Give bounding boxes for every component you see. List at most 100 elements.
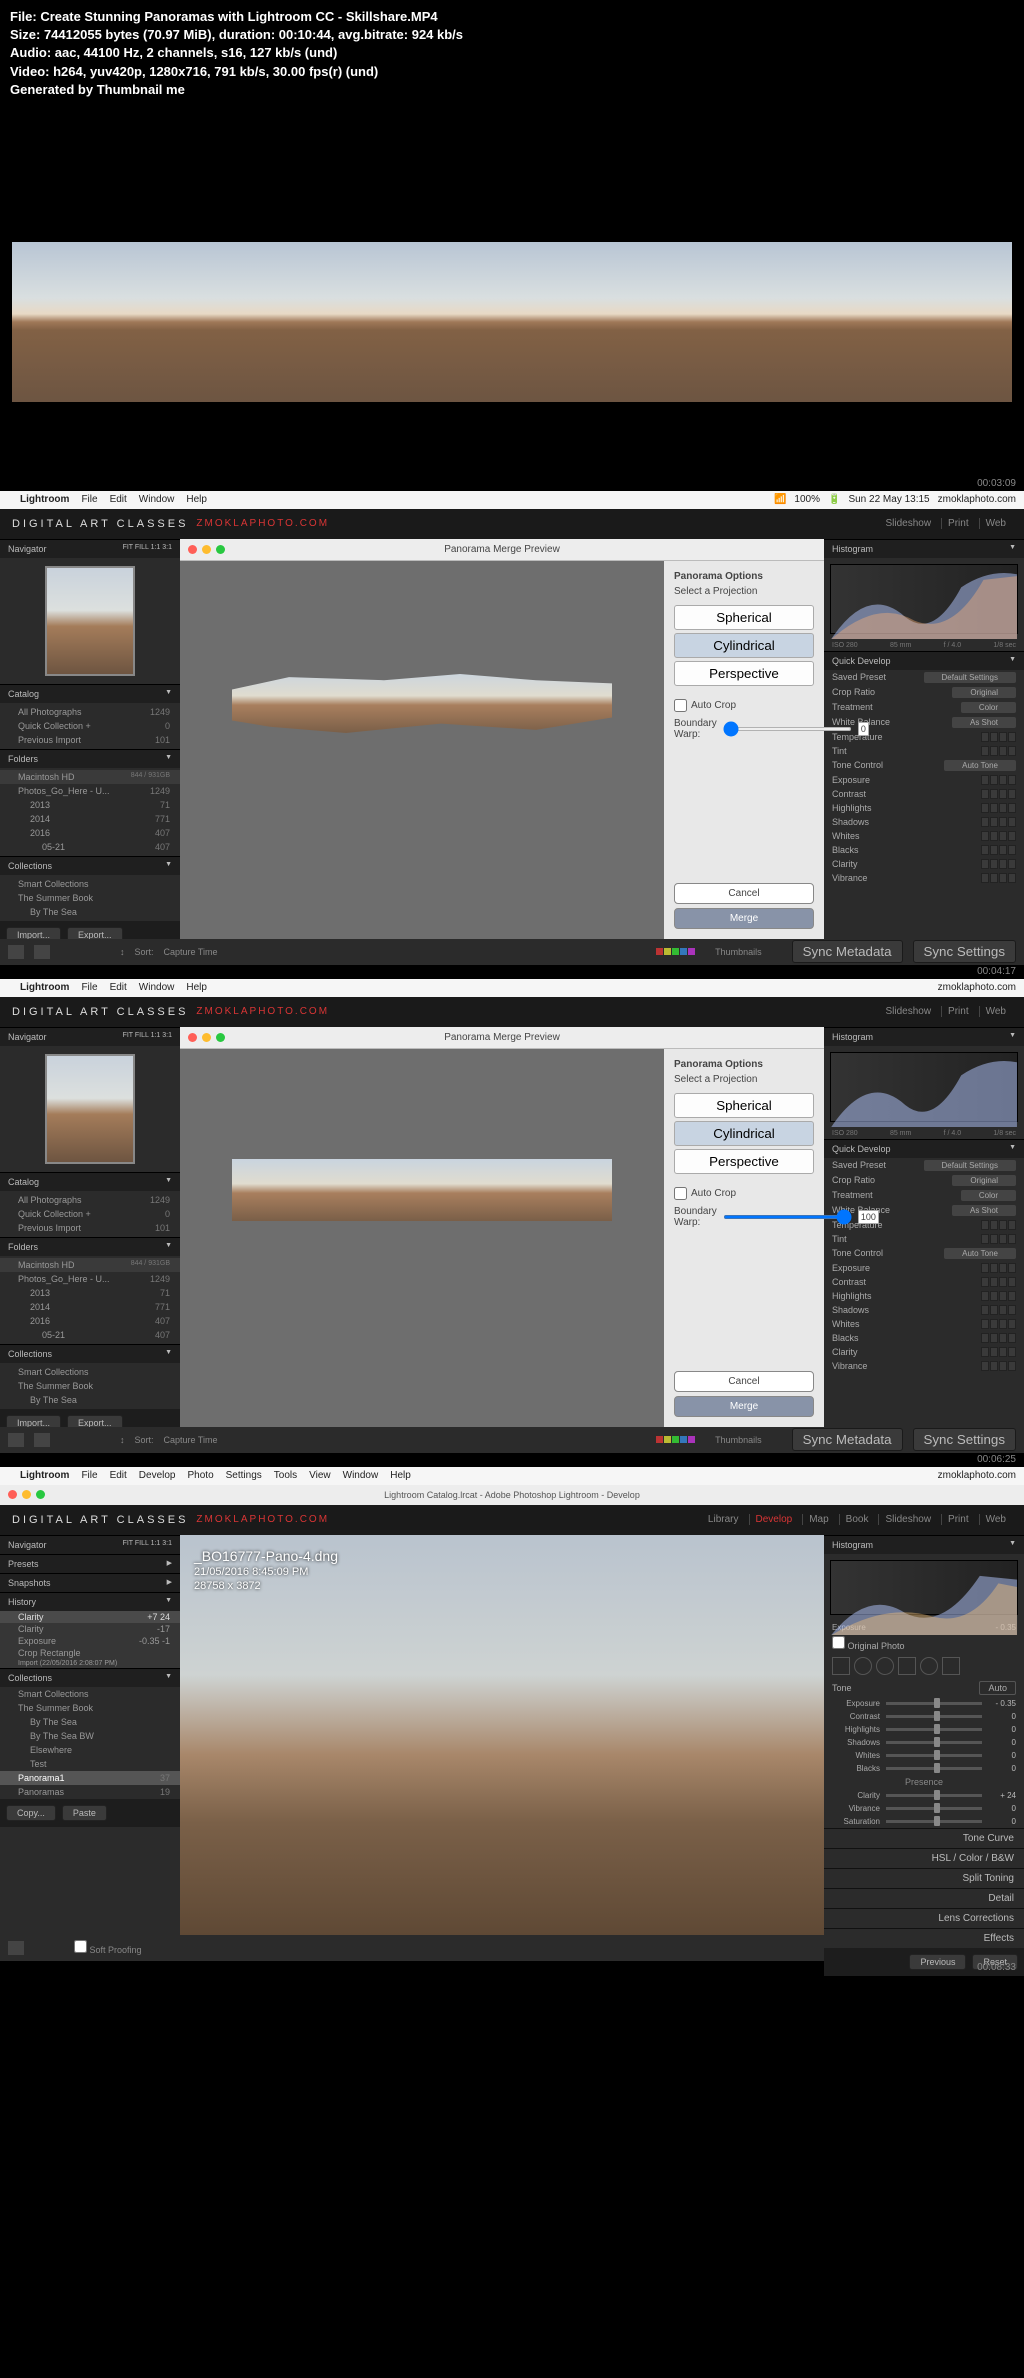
folder-photos[interactable]: Photos_Go_Here - U...1249	[0, 784, 180, 798]
folder-2014[interactable]: 2014771	[0, 812, 180, 826]
loupe-view-icon[interactable]	[34, 1433, 50, 1447]
projection-spherical-button[interactable]: Spherical	[674, 605, 814, 630]
module-develop[interactable]: Develop	[749, 1514, 799, 1525]
qd-clarity[interactable]: Clarity	[824, 857, 1024, 871]
quickdevelop-header[interactable]: Quick Develop▼	[824, 651, 1024, 670]
label-colors[interactable]	[656, 948, 695, 955]
module-book[interactable]: Book	[839, 1514, 875, 1525]
menu-help[interactable]: Help	[186, 982, 207, 993]
slider-contrast[interactable]: Contrast0	[824, 1710, 1024, 1723]
sync-metadata-button[interactable]: Sync Metadata	[792, 940, 903, 963]
history-step[interactable]: Exposure-0.35 -1	[0, 1635, 180, 1647]
zoom-icon[interactable]	[216, 545, 225, 554]
radial-tool-icon[interactable]	[920, 1657, 938, 1675]
mac-menubar[interactable]: Lightroom File Edit Window Help 📶 100% 🔋…	[0, 491, 1024, 509]
navigator-thumb[interactable]	[45, 566, 135, 676]
module-slideshow[interactable]: Slideshow	[879, 518, 937, 529]
folder-2016[interactable]: 2016407	[0, 826, 180, 840]
module-print[interactable]: Print	[941, 518, 975, 529]
panel-split[interactable]: Split Toning	[824, 1868, 1024, 1888]
slider-saturation[interactable]: Saturation0	[824, 1815, 1024, 1828]
close-icon[interactable]	[8, 1490, 17, 1499]
merge-preview-area[interactable]	[180, 1049, 664, 1427]
slider-blacks[interactable]: Blacks0	[824, 1762, 1024, 1775]
menu-help[interactable]: Help	[186, 494, 207, 505]
slider-highlights[interactable]: Highlights0	[824, 1723, 1024, 1736]
projection-perspective-button[interactable]: Perspective	[674, 661, 814, 686]
catalog-header[interactable]: Catalog▼	[0, 684, 180, 703]
export-button[interactable]: Export...	[67, 1415, 123, 1427]
menubar-site[interactable]: zmoklaphoto.com	[938, 494, 1016, 505]
slider-clarity[interactable]: Clarity+ 24	[824, 1789, 1024, 1802]
qd-temp[interactable]: Temperature	[824, 730, 1024, 744]
qd-contrast[interactable]: Contrast	[824, 787, 1024, 801]
menu-edit[interactable]: Edit	[110, 494, 127, 505]
zoom-icon[interactable]	[36, 1490, 45, 1499]
coll-summer[interactable]: The Summer Book	[0, 891, 180, 905]
import-button[interactable]: Import...	[6, 927, 61, 939]
coll-sea[interactable]: By The Sea	[0, 905, 180, 919]
qd-highlights[interactable]: Highlights	[824, 801, 1024, 815]
menu-window[interactable]: Window	[139, 982, 175, 993]
import-button[interactable]: Import...	[6, 1415, 61, 1427]
grid-view-icon[interactable]	[8, 1433, 24, 1447]
catalog-quick[interactable]: Quick Collection +0	[0, 1207, 180, 1221]
brush-tool-icon[interactable]	[942, 1657, 960, 1675]
autocrop-checkbox[interactable]	[674, 1187, 687, 1200]
histogram-chart[interactable]	[830, 564, 1018, 634]
volume-macintosh-hd[interactable]: Macintosh HD844 / 931GB	[0, 1258, 180, 1272]
sort-dropdown[interactable]: Capture Time	[164, 947, 218, 957]
folders-header[interactable]: Folders▼	[0, 749, 180, 768]
histogram-chart[interactable]	[830, 1560, 1018, 1615]
slider-whites[interactable]: Whites0	[824, 1749, 1024, 1762]
panel-tonecurve[interactable]: Tone Curve	[824, 1828, 1024, 1848]
collections-header[interactable]: Collections▼	[0, 856, 180, 875]
redeye-tool-icon[interactable]	[876, 1657, 894, 1675]
histogram-chart[interactable]	[830, 1052, 1018, 1122]
mac-menubar[interactable]: Lightroom File Edit Window Help zmoklaph…	[0, 979, 1024, 997]
mac-menubar[interactable]: Lightroom File Edit Develop Photo Settin…	[0, 1467, 1024, 1485]
paste-button[interactable]: Paste	[62, 1805, 107, 1821]
qd-treatment[interactable]: TreatmentColor	[824, 700, 1024, 715]
minimize-icon[interactable]	[202, 545, 211, 554]
collection-panorama1[interactable]: Panorama137	[0, 1771, 180, 1785]
catalog-all-photos[interactable]: All Photographs1249	[0, 705, 180, 719]
panel-detail[interactable]: Detail	[824, 1888, 1024, 1908]
module-web[interactable]: Web	[979, 1514, 1012, 1525]
boundary-warp-value[interactable]: 0	[858, 722, 869, 736]
cancel-button[interactable]: Cancel	[674, 1371, 814, 1392]
projection-spherical-button[interactable]: Spherical	[674, 1093, 814, 1118]
crop-tool-icon[interactable]	[832, 1657, 850, 1675]
module-web[interactable]: Web	[979, 518, 1012, 529]
close-icon[interactable]	[188, 545, 197, 554]
module-map[interactable]: Map	[802, 1514, 834, 1525]
menubar-site[interactable]: zmoklaphoto.com	[938, 982, 1016, 993]
qd-preset[interactable]: Saved PresetDefault Settings	[824, 670, 1024, 685]
menu-file[interactable]: File	[81, 494, 97, 505]
history-step[interactable]: Clarity-17	[0, 1623, 180, 1635]
coll-smart[interactable]: Smart Collections	[0, 877, 180, 891]
qd-shadows[interactable]: Shadows	[824, 815, 1024, 829]
qd-vibrance[interactable]: Vibrance	[824, 871, 1024, 885]
merge-button[interactable]: Merge	[674, 908, 814, 929]
boundary-warp-slider[interactable]	[723, 1215, 852, 1219]
cancel-button[interactable]: Cancel	[674, 883, 814, 904]
module-print[interactable]: Print	[941, 1514, 975, 1525]
module-slideshow[interactable]: Slideshow	[878, 1514, 937, 1525]
close-icon[interactable]	[188, 1033, 197, 1042]
history-header[interactable]: History▼	[0, 1592, 180, 1611]
panel-effects[interactable]: Effects	[824, 1928, 1024, 1948]
battery-icon[interactable]: 🔋	[828, 494, 840, 505]
sync-settings-button[interactable]: Sync Settings	[913, 940, 1017, 963]
merge-button[interactable]: Merge	[674, 1396, 814, 1417]
menu-app[interactable]: Lightroom	[20, 982, 69, 993]
qd-tone[interactable]: Tone ControlAuto Tone	[824, 758, 1024, 773]
presets-header[interactable]: Presets▶	[0, 1554, 180, 1573]
zoom-icon[interactable]	[216, 1033, 225, 1042]
menu-file[interactable]: File	[81, 982, 97, 993]
history-step[interactable]: Crop Rectangle	[0, 1647, 180, 1659]
folder-2013[interactable]: 201371	[0, 798, 180, 812]
panel-hsl[interactable]: HSL / Color / B&W	[824, 1848, 1024, 1868]
qd-exposure[interactable]: Exposure	[824, 773, 1024, 787]
menu-edit[interactable]: Edit	[110, 982, 127, 993]
